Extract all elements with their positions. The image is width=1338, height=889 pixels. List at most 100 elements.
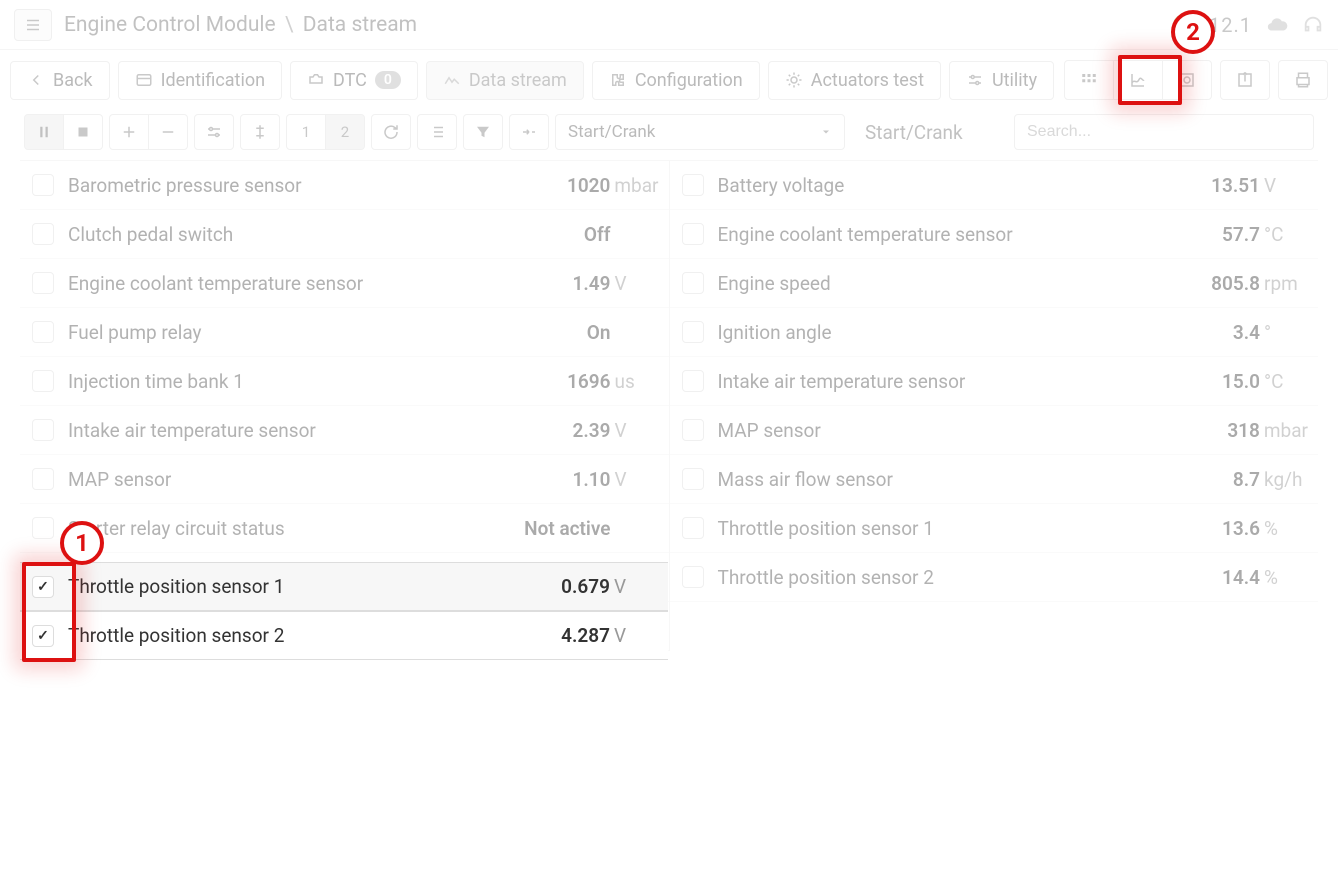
compare-button[interactable] — [194, 114, 234, 150]
row-unit: V — [1264, 174, 1308, 197]
chevron-down-icon — [820, 126, 832, 138]
list-icon — [428, 123, 446, 141]
row-checkbox[interactable] — [32, 419, 54, 441]
row-checkbox[interactable] — [32, 576, 54, 598]
table-row-selected[interactable]: Throttle position sensor 1 0.679 V — [20, 562, 668, 611]
table-row[interactable]: Battery voltage13.51V — [670, 161, 1319, 210]
table-row-selected[interactable]: Throttle position sensor 2 4.287 V — [20, 611, 668, 660]
arrow-left-icon — [27, 71, 45, 89]
view-grid-button[interactable] — [1064, 60, 1114, 100]
filter-button[interactable] — [463, 114, 503, 150]
hamburger-icon — [24, 16, 42, 34]
print-button[interactable] — [1278, 60, 1328, 100]
row-label: Injection time bank 1 — [68, 370, 567, 393]
header-right: 12.1 — [1173, 13, 1324, 37]
table-row[interactable]: MAP sensor318mbar — [670, 406, 1319, 455]
add-button[interactable] — [109, 114, 149, 150]
cursor-button[interactable] — [240, 114, 280, 150]
search-input[interactable] — [1014, 114, 1314, 150]
tab-actuators[interactable]: Actuators test — [768, 61, 941, 100]
table-row[interactable]: Engine coolant temperature sensor57.7°C — [670, 210, 1319, 259]
gauge-icon — [1178, 71, 1196, 89]
back-button[interactable]: Back — [10, 61, 110, 100]
dtc-count-badge: 0 — [375, 71, 401, 89]
remove-button[interactable] — [148, 114, 188, 150]
breadcrumb-sep: \ — [285, 13, 294, 37]
tab-identification[interactable]: Identification — [118, 61, 282, 100]
row-label: Starter relay circuit status — [68, 517, 524, 540]
row-checkbox[interactable] — [682, 419, 704, 441]
tab-configuration[interactable]: Configuration — [592, 61, 760, 100]
menu-button[interactable] — [14, 9, 52, 41]
view-gauge-button[interactable] — [1162, 60, 1212, 100]
row-checkbox[interactable] — [32, 223, 54, 245]
table-row[interactable]: Throttle position sensor 214.4% — [670, 553, 1319, 602]
row-checkbox[interactable] — [682, 223, 704, 245]
table-row[interactable]: Barometric pressure sensor1020mbar — [20, 161, 669, 210]
table-row[interactable]: Mass air flow sensor8.7kg/h — [670, 455, 1319, 504]
stop-button[interactable] — [63, 114, 103, 150]
page-1-button[interactable]: 1 — [286, 114, 326, 150]
row-value: 1696 — [567, 370, 610, 393]
row-checkbox[interactable] — [32, 625, 54, 647]
row-value: 15.0 — [1222, 370, 1260, 393]
row-checkbox[interactable] — [682, 272, 704, 294]
page-2-button[interactable]: 2 — [325, 114, 365, 150]
row-checkbox[interactable] — [32, 517, 54, 539]
breadcrumb-module[interactable]: Engine Control Module — [64, 13, 276, 37]
tab-utility[interactable]: Utility — [949, 61, 1054, 100]
tab-dtc[interactable]: DTC 0 — [290, 61, 418, 100]
table-row[interactable]: Injection time bank 11696us — [20, 357, 669, 406]
row-checkbox[interactable] — [682, 370, 704, 392]
row-checkbox[interactable] — [32, 321, 54, 343]
table-row[interactable]: MAP sensor1.10V — [20, 455, 669, 504]
tab-identification-label: Identification — [161, 70, 265, 91]
table-row[interactable]: Ignition angle3.4° — [670, 308, 1319, 357]
view-graph-button[interactable] — [1113, 60, 1163, 100]
preset-select[interactable]: Start/Crank — [555, 114, 845, 150]
tab-dtc-label: DTC — [333, 70, 367, 91]
row-unit: V — [614, 575, 658, 598]
cloud-icon[interactable] — [1266, 14, 1288, 36]
row-checkbox[interactable] — [32, 174, 54, 196]
table-row[interactable]: Fuel pump relayOn — [20, 308, 669, 357]
refresh-button[interactable] — [371, 114, 411, 150]
headset-icon[interactable] — [1302, 14, 1324, 36]
list-button[interactable] — [417, 114, 457, 150]
export-icon — [1236, 71, 1254, 89]
row-checkbox[interactable] — [682, 174, 704, 196]
table-row[interactable]: Intake air temperature sensor15.0°C — [670, 357, 1319, 406]
row-checkbox[interactable] — [32, 272, 54, 294]
row-unit: us — [615, 370, 659, 393]
row-checkbox[interactable] — [32, 468, 54, 490]
table-row[interactable]: Clutch pedal switchOff — [20, 210, 669, 259]
sliders-icon — [966, 71, 984, 89]
preset-label: Start/Crank — [865, 121, 963, 144]
row-checkbox[interactable] — [682, 321, 704, 343]
tab-utility-label: Utility — [992, 70, 1037, 91]
table-row[interactable]: Engine speed805.8rpm — [670, 259, 1319, 308]
row-value: 3.4 — [1233, 321, 1260, 344]
row-unit: ° — [1264, 321, 1308, 344]
export-button[interactable] — [1220, 60, 1270, 100]
compare-icon — [205, 123, 223, 141]
row-value: 1.10 — [573, 468, 611, 491]
row-value: 14.4 — [1222, 566, 1260, 589]
row-checkbox[interactable] — [32, 370, 54, 392]
page-1-label: 1 — [302, 123, 310, 141]
row-label: Barometric pressure sensor — [68, 174, 567, 197]
row-checkbox[interactable] — [682, 517, 704, 539]
tab-datastream[interactable]: Data stream — [426, 61, 584, 100]
row-checkbox[interactable] — [682, 468, 704, 490]
row-label: Ignition angle — [718, 321, 1233, 344]
row-label: Throttle position sensor 2 — [718, 566, 1223, 589]
pause-button[interactable] — [24, 114, 64, 150]
row-label: Battery voltage — [718, 174, 1212, 197]
table-row[interactable]: Engine coolant temperature sensor1.49V — [20, 259, 669, 308]
table-row[interactable]: Intake air temperature sensor2.39V — [20, 406, 669, 455]
row-checkbox[interactable] — [682, 566, 704, 588]
table-row[interactable]: Starter relay circuit statusNot active — [20, 504, 669, 553]
row-label: Throttle position sensor 1 — [718, 517, 1223, 540]
collapse-button[interactable] — [509, 114, 549, 150]
table-row[interactable]: Throttle position sensor 113.6% — [670, 504, 1319, 553]
